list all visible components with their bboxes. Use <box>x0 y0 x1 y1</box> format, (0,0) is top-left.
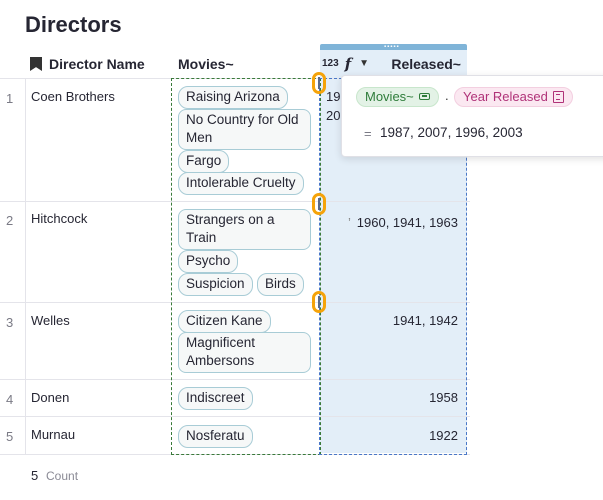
chevron-down-icon[interactable]: ▼ <box>359 50 369 78</box>
formula-icon: f <box>344 55 352 73</box>
formula-field-label: Year Released <box>463 89 548 104</box>
row-number: 5 <box>6 429 14 444</box>
director-cell[interactable]: Murnau <box>31 427 75 442</box>
formula-field-chip[interactable]: Year Released <box>454 87 573 107</box>
column-header-director-label: Director Name <box>49 56 145 72</box>
formula-result: 1987, 2007, 1996, 2003 <box>380 125 523 140</box>
resize-handle[interactable] <box>312 72 326 94</box>
formula-dot: . <box>445 88 449 103</box>
footer-count: 5 <box>31 468 39 483</box>
resize-handle[interactable] <box>312 193 326 215</box>
row-number: 3 <box>6 315 14 330</box>
row-number: 2 <box>6 213 14 228</box>
formula-ref-chip[interactable]: Movies~ <box>356 87 439 107</box>
director-cell[interactable]: Donen <box>31 390 69 405</box>
resize-handle[interactable] <box>312 291 326 313</box>
page-title: Directors <box>25 12 122 37</box>
column-header-director[interactable]: Director Name <box>30 50 170 78</box>
footer-count-label[interactable]: Count <box>46 469 78 483</box>
row-number: 4 <box>6 392 14 407</box>
director-cell[interactable]: Coen Brothers <box>31 89 115 104</box>
formula-popup: Movies~ . Year Released = 1987, 2007, 19… <box>341 75 603 157</box>
column-header-released[interactable]: 123 f ▼ Released~ <box>320 50 467 78</box>
formula-ref-label: Movies~ <box>365 89 414 104</box>
director-cell[interactable]: Welles <box>31 313 70 328</box>
reference-icon <box>418 93 430 100</box>
equals-sign: = <box>364 126 372 141</box>
document-icon <box>552 90 564 103</box>
movies-column-selection <box>171 78 321 455</box>
bookmark-icon <box>30 57 42 71</box>
row-number: 1 <box>6 91 14 106</box>
director-cell[interactable]: Hitchcock <box>31 211 87 226</box>
column-header-released-label: Released~ <box>391 56 461 72</box>
column-header-movies[interactable]: Movies~ <box>178 50 318 78</box>
drag-grip-icon[interactable]: ▪▪▪▪▪ <box>384 44 400 50</box>
column-divider <box>25 78 26 454</box>
